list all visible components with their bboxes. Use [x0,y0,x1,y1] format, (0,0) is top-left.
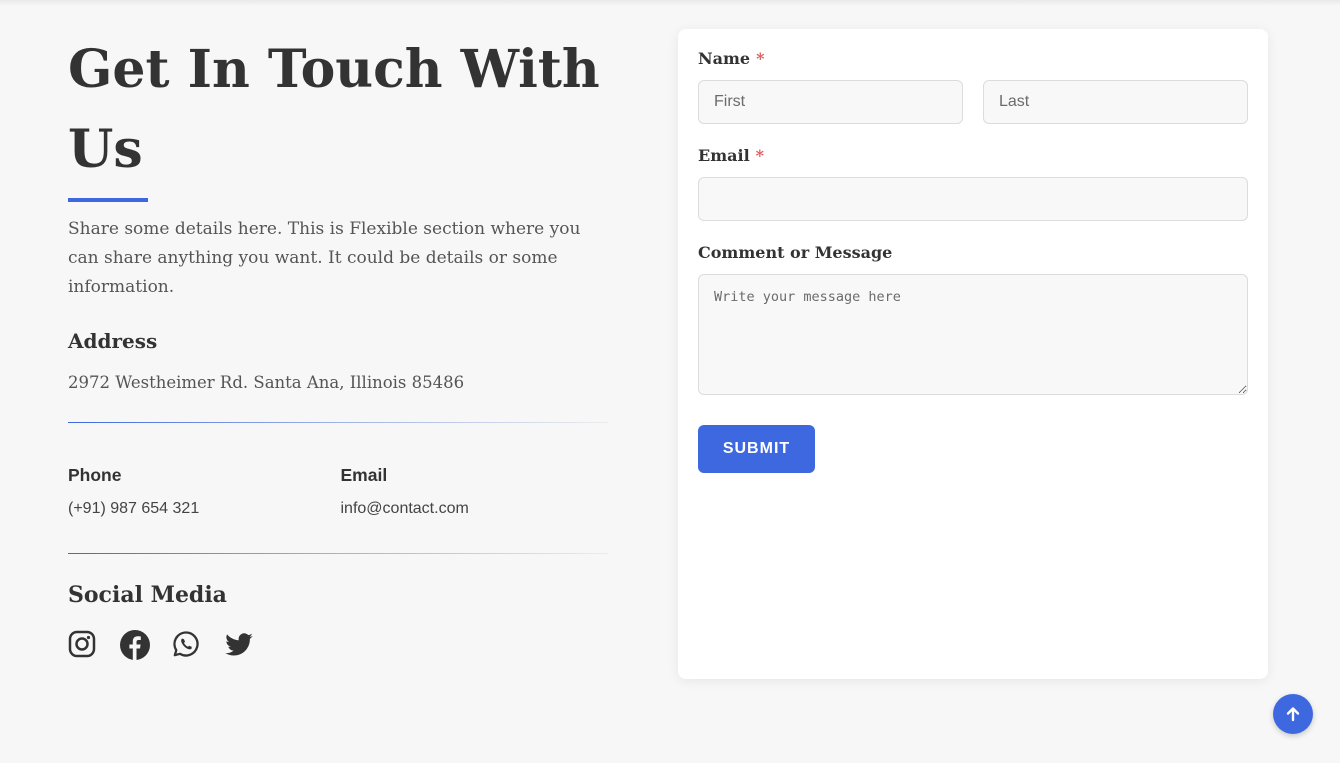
contact-info: Get In Touch With Us Share some details … [68,30,613,660]
last-name-input[interactable] [983,80,1248,124]
name-row [698,80,1248,124]
email-label-text: Email [698,146,750,165]
phone-value: (+91) 987 654 321 [68,500,200,517]
divider [68,553,608,554]
phone-heading: Phone [68,465,122,485]
address-heading: Address [68,329,158,353]
message-textarea[interactable] [698,274,1248,395]
email-block: Email info@contact.com [341,465,614,518]
arrow-up-icon [1286,707,1300,722]
top-shadow [0,0,1340,6]
submit-button[interactable]: SUBMIT [698,425,815,473]
twitter-icon[interactable] [224,630,254,660]
instagram-icon[interactable] [68,630,98,660]
required-marker: * [756,49,765,68]
facebook-icon[interactable] [120,630,150,660]
page-title: Get In Touch With Us [68,39,600,180]
intro-text: Share some details here. This is Flexibl… [68,219,581,297]
scroll-to-top-button[interactable] [1273,694,1313,734]
name-label: Name * [698,49,1248,68]
title-underline [68,198,148,202]
contact-form-card: Name * Email * Comment or Message SUBMIT [678,29,1268,679]
social-heading: Social Media [68,582,227,608]
address-value: 2972 Westheimer Rd. Santa Ana, Illinois … [68,373,465,392]
name-label-text: Name [698,49,751,68]
email-heading: Email [340,465,388,485]
message-label: Comment or Message [698,243,893,262]
social-icons [68,630,613,660]
phone-block: Phone (+91) 987 654 321 [68,465,341,518]
whatsapp-icon[interactable] [172,630,202,660]
email-value: info@contact.com [340,500,469,517]
required-marker: * [755,146,765,165]
email-input[interactable] [698,177,1248,221]
contact-details: Phone (+91) 987 654 321 Email info@conta… [68,465,613,518]
first-name-input[interactable] [698,80,963,124]
email-label: Email * [698,146,1248,165]
divider [68,422,608,423]
